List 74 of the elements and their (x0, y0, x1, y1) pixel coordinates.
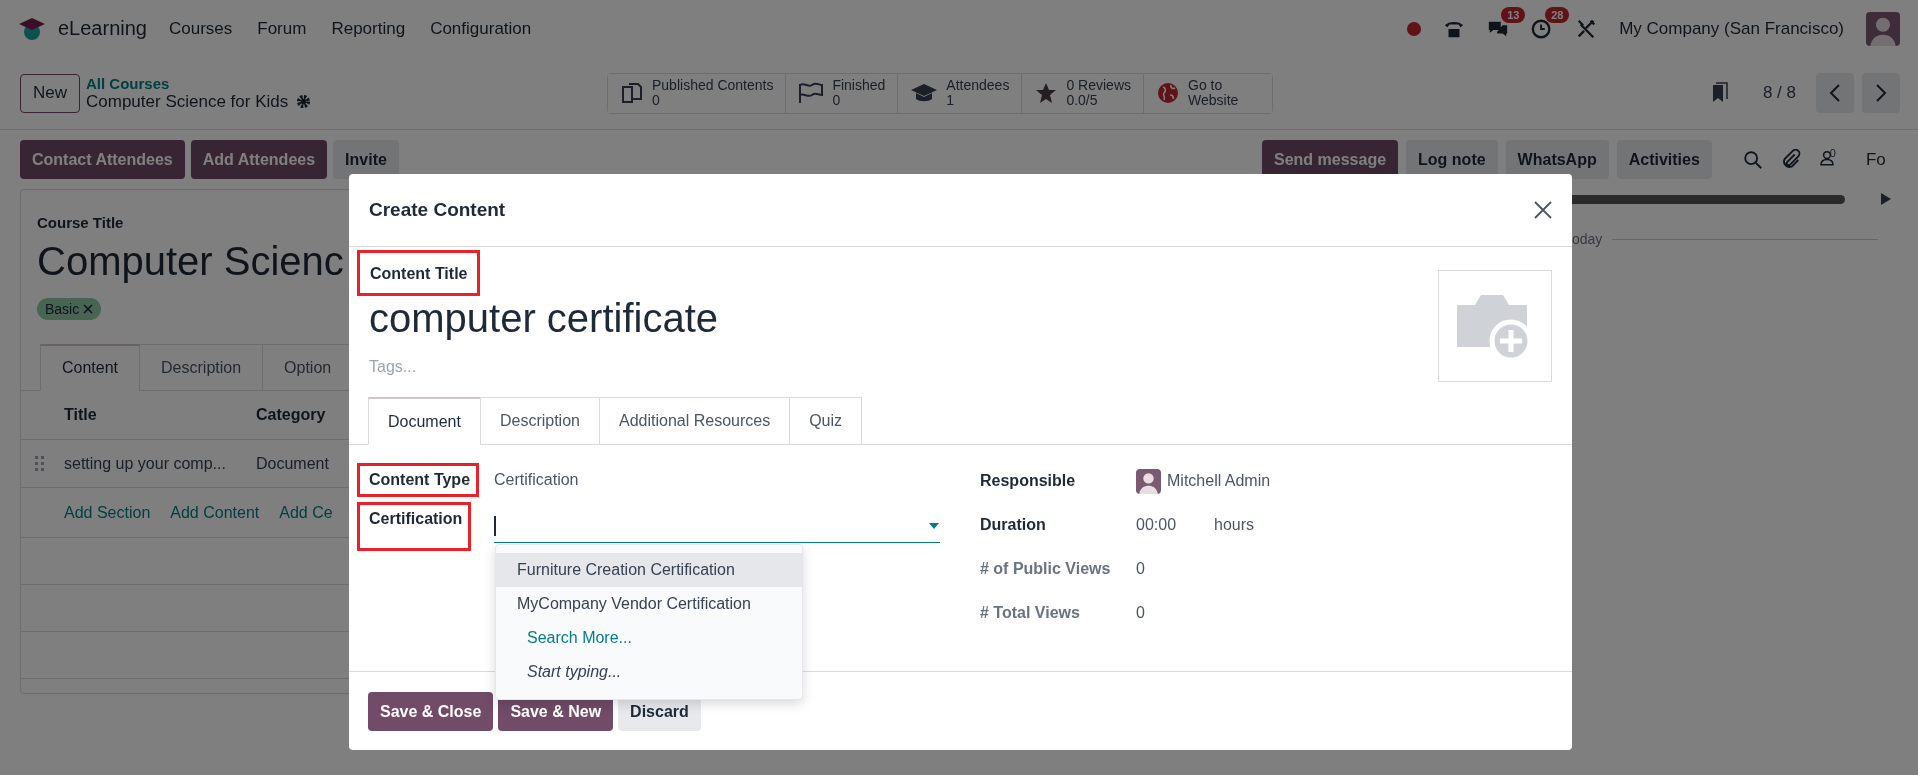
menu-item[interactable]: Courses (168, 18, 233, 39)
action-button[interactable]: Add Attendees (190, 140, 328, 179)
message-count-badge: 13 (1501, 6, 1526, 23)
menu-item[interactable]: Forum (257, 18, 307, 39)
tools-icon[interactable] (1575, 17, 1598, 40)
menu-item[interactable]: Reporting (331, 18, 406, 39)
record-name: Computer Science for Kids (86, 91, 289, 112)
activity-count-badge: 28 (1545, 6, 1570, 23)
search-icon[interactable] (1741, 148, 1764, 171)
user-avatar (1136, 468, 1161, 494)
table-cell: setting up your comp... (64, 454, 226, 473)
stat-button[interactable]: Published Contents 0 (608, 73, 787, 113)
search-more-link[interactable]: Search More... (496, 621, 802, 655)
tab[interactable]: Document (368, 397, 481, 445)
dialog-button[interactable]: Save & Close (368, 692, 494, 731)
drag-handle-icon[interactable] (35, 455, 45, 472)
field-value: Mitchell Admin (1167, 472, 1271, 490)
tab[interactable]: Content (40, 344, 141, 391)
gear-icon[interactable] (296, 94, 312, 110)
caret-icon (928, 521, 940, 530)
chatter-button[interactable]: WhatsApp (1505, 140, 1609, 179)
field-label: # of Public Views (980, 560, 1112, 578)
add-line-link[interactable]: Add Section (64, 503, 151, 522)
follower-count: 0 (1829, 146, 1836, 159)
app-name[interactable]: eLearning (58, 17, 147, 40)
course-title: Computer Scienc (37, 239, 344, 284)
field-value: 00:00 (1136, 516, 1177, 534)
tab[interactable]: Description (139, 344, 264, 391)
globe-icon (1156, 81, 1180, 105)
chevron-left-icon (1829, 83, 1841, 103)
date-separator: oday (1572, 231, 1603, 247)
column-header[interactable]: Category (256, 406, 326, 424)
field-label: Content Type (357, 463, 480, 497)
play-icon[interactable] (1881, 193, 1891, 205)
dialog-title: Create Content (369, 199, 506, 221)
dropdown-option[interactable]: Furniture Creation Certification (496, 553, 802, 587)
action-button[interactable]: Contact Attendees (20, 140, 185, 179)
flag-icon (798, 81, 825, 105)
field-label: Content Title (357, 250, 481, 296)
field-value: 0 (1136, 560, 1145, 578)
breadcrumb-link[interactable]: All Courses (86, 74, 312, 92)
tab[interactable]: Quiz (789, 397, 863, 445)
status-dot-icon[interactable] (1407, 21, 1422, 36)
follow-button[interactable]: Fo (1866, 149, 1886, 170)
chevron-right-icon (1875, 83, 1887, 103)
field-value: 0 (1136, 604, 1145, 622)
table-cell: Document (256, 454, 329, 473)
user-avatar (1866, 11, 1900, 46)
company-switcher[interactable]: My Company (San Francisco) (1619, 18, 1844, 39)
unit-label: hours (1214, 516, 1255, 534)
new-button[interactable]: New (20, 73, 80, 113)
close-button[interactable] (1534, 201, 1552, 219)
column-header[interactable]: Title (64, 406, 97, 424)
field-label: Duration (980, 516, 1047, 534)
field-label: Responsible (980, 472, 1077, 490)
documents-icon (620, 81, 644, 105)
dropdown-hint: Start typing... (526, 662, 623, 682)
pager-value: 8 / 8 (1762, 83, 1796, 103)
menu-item[interactable]: Configuration (430, 18, 532, 39)
previous-button[interactable] (1816, 73, 1854, 113)
field-label: Certification (357, 501, 472, 551)
tag-chip[interactable]: Basic (37, 298, 102, 320)
add-line-link[interactable]: Add Ce (279, 503, 333, 522)
bookmark-icon[interactable] (1710, 82, 1729, 104)
dropdown-option[interactable]: MyCompany Vendor Certification (496, 587, 802, 621)
tab[interactable]: Description (479, 397, 600, 445)
field-label: # Total Views (980, 604, 1081, 622)
remove-icon[interactable] (83, 304, 94, 314)
chatter-button[interactable]: Activities (1616, 140, 1712, 179)
add-line-link[interactable]: Add Content (170, 503, 260, 522)
field-value: Certification (494, 471, 579, 489)
next-button[interactable] (1862, 73, 1900, 113)
content-title-field[interactable]: computer certificate (369, 296, 1438, 340)
field-label: Course Title (36, 214, 125, 231)
